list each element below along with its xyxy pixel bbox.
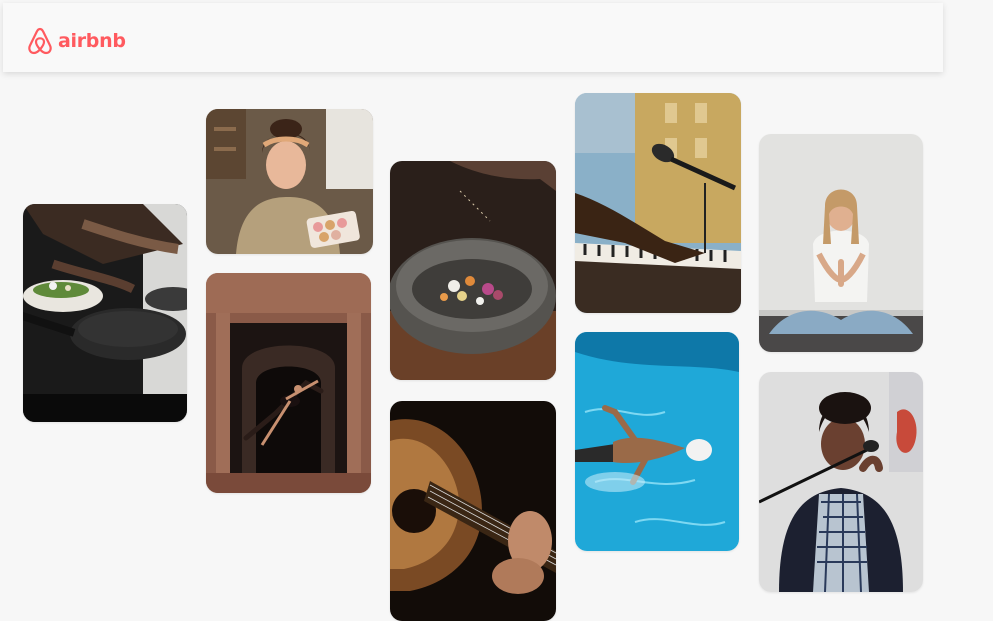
swimmer-in-pool-image <box>575 332 739 551</box>
experience-photo-swimmer[interactable] <box>575 332 739 551</box>
experience-photo-dancer[interactable] <box>206 273 371 493</box>
experience-photo-piano[interactable] <box>575 93 741 313</box>
dancer-in-archway-image <box>206 273 371 493</box>
woman-holding-macarons-image <box>206 109 373 254</box>
experience-photo-yoga[interactable] <box>759 134 923 352</box>
experience-photo-guitar[interactable] <box>390 401 556 621</box>
yoga-meditation-image <box>759 134 923 352</box>
singer-at-microphone-image <box>759 372 923 592</box>
airbnb-logo-link[interactable]: airbnb <box>27 27 126 55</box>
top-navigation-bar: airbnb <box>3 3 943 72</box>
experience-photo-spice-bowl[interactable] <box>390 161 556 380</box>
brand-name: airbnb <box>58 30 126 52</box>
cooking-pan-image <box>23 204 187 422</box>
experience-photo-macarons[interactable] <box>206 109 373 254</box>
experience-photo-singer[interactable] <box>759 372 923 592</box>
piano-and-microphone-image <box>575 93 741 313</box>
experience-photo-cooking[interactable] <box>23 204 187 422</box>
airbnb-belo-icon <box>28 27 52 55</box>
spice-bowl-image <box>390 161 556 380</box>
acoustic-guitar-image <box>390 401 556 621</box>
